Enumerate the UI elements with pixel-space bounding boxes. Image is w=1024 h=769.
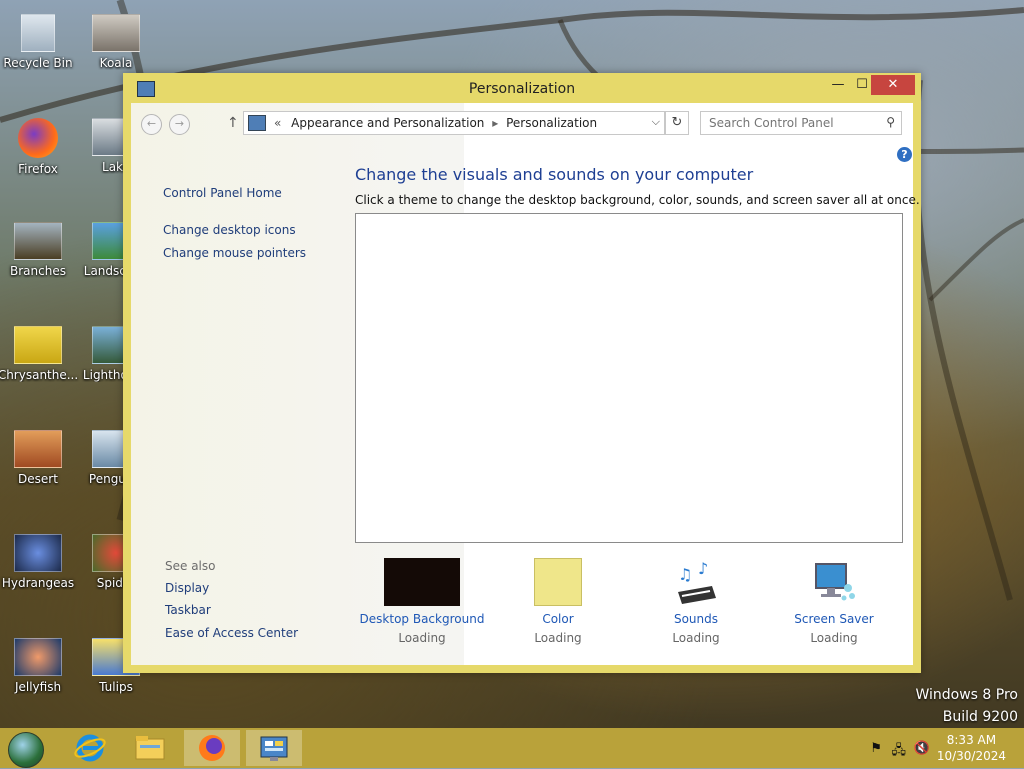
setting-sounds[interactable]: ♫ ♪ Sounds Loading [626, 558, 766, 645]
desktop-icon-jellyfish[interactable]: Jellyfish [0, 638, 80, 694]
desktop-icon-chrysanthemum[interactable]: Chrysanthe... [0, 326, 80, 382]
desktop-icon-recycle-bin[interactable]: Recycle Bin [0, 14, 80, 70]
breadcrumb: « Appearance and Personalization ▸ Perso… [274, 116, 597, 130]
back-button[interactable]: ← [141, 114, 162, 135]
breadcrumb-separator[interactable]: ▸ [492, 116, 498, 130]
flag-icon[interactable]: ⚑ [870, 741, 882, 756]
network-icon[interactable]: 🖧 [892, 741, 907, 763]
help-icon[interactable]: ? [897, 147, 912, 162]
forward-button[interactable]: → [169, 114, 190, 135]
refresh-button[interactable]: ↻ [665, 111, 689, 135]
navigation-bar: ← → ↑ « Appearance and Personalization ▸… [131, 103, 913, 143]
see-also-heading: See also [165, 559, 216, 573]
svg-text:♪: ♪ [698, 559, 708, 578]
breadcrumb-overflow[interactable]: « [274, 116, 281, 130]
control-panel-icon [248, 115, 266, 131]
color-icon [534, 558, 582, 606]
sounds-icon: ♫ ♪ [672, 558, 720, 606]
taskbar-control-panel[interactable] [246, 730, 302, 766]
sounds-link[interactable]: Sounds [626, 612, 766, 626]
close-button[interactable]: ✕ [871, 75, 915, 95]
window-client-area: ← → ↑ « Appearance and Personalization ▸… [131, 103, 920, 665]
chevron-down-icon[interactable]: ⌵ [652, 115, 660, 129]
window-title: Personalization [468, 81, 576, 97]
svg-text:♫: ♫ [678, 565, 692, 584]
desktop-background-status: Loading [398, 631, 446, 645]
firefox-icon [199, 735, 225, 761]
start-button[interactable] [8, 732, 44, 768]
branches-thumbnail-icon [14, 222, 62, 260]
search-input[interactable] [707, 112, 876, 134]
ie-icon [74, 734, 106, 762]
folder-icon [135, 736, 165, 760]
page-title: Change the visuals and sounds on your co… [355, 165, 754, 184]
desktop-background-icon [384, 558, 460, 606]
search-icon[interactable]: ⚲ [886, 115, 895, 129]
windows-watermark: Windows 8 Pro Build 9200 [915, 687, 1018, 725]
hydrangeas-thumbnail-icon [14, 534, 62, 572]
search-box[interactable]: ⚲ [700, 111, 902, 135]
setting-desktop-background[interactable]: Desktop Background Loading [352, 558, 492, 645]
chrysanthemum-thumbnail-icon [14, 326, 62, 364]
clock-time: 8:33 AM [946, 733, 997, 747]
jellyfish-thumbnail-icon [14, 638, 62, 676]
desktop-icon-hydrangeas[interactable]: Hydrangeas [0, 534, 80, 590]
see-also-ease-of-access[interactable]: Ease of Access Center [165, 626, 298, 640]
up-button[interactable]: ↑ [227, 115, 239, 131]
taskbar-firefox[interactable] [184, 730, 240, 766]
breadcrumb-appearance[interactable]: Appearance and Personalization [291, 116, 484, 130]
task-change-mouse-pointers[interactable]: Change mouse pointers [163, 246, 306, 260]
page-subtitle: Click a theme to change the desktop back… [355, 193, 920, 207]
clock-date: 10/30/2024 [936, 749, 1006, 763]
koala-thumbnail-icon [92, 14, 140, 52]
color-status: Loading [534, 631, 582, 645]
recycle-bin-icon [21, 14, 55, 52]
address-bar[interactable]: « Appearance and Personalization ▸ Perso… [243, 111, 665, 135]
setting-screen-saver[interactable]: Screen Saver Loading [764, 558, 904, 645]
taskbar-clock[interactable]: 8:33 AM 10/30/2024 [937, 732, 1006, 764]
taskbar-file-explorer[interactable] [122, 730, 178, 766]
screen-saver-link[interactable]: Screen Saver [764, 612, 904, 626]
task-control-panel-home[interactable]: Control Panel Home [163, 186, 282, 200]
desktop-icon-branches[interactable]: Branches [0, 222, 80, 278]
task-change-desktop-icons[interactable]: Change desktop icons [163, 223, 296, 237]
breadcrumb-personalization[interactable]: Personalization [506, 116, 597, 130]
see-also-display[interactable]: Display [165, 581, 209, 595]
color-link[interactable]: Color [488, 612, 628, 626]
firefox-icon [18, 118, 58, 158]
personalization-window: Personalization — ☐ ✕ ← → ↑ « Appearance… [123, 73, 921, 673]
setting-color[interactable]: Color Loading [488, 558, 628, 645]
desert-thumbnail-icon [14, 430, 62, 468]
sounds-status: Loading [672, 631, 720, 645]
screen-saver-status: Loading [810, 631, 858, 645]
desktop-icon-desert[interactable]: Desert [0, 430, 80, 486]
volume-muted-icon[interactable]: 🔇 [914, 741, 930, 756]
see-also-taskbar[interactable]: Taskbar [165, 603, 211, 617]
taskbar-internet-explorer[interactable] [62, 730, 118, 766]
desktop-icon-firefox[interactable]: Firefox [0, 118, 80, 176]
minimize-button[interactable]: — [826, 75, 850, 95]
title-bar[interactable]: Personalization — ☐ ✕ [123, 73, 921, 103]
desktop-icon-koala[interactable]: Koala [74, 14, 158, 70]
desktop-background-link[interactable]: Desktop Background [352, 612, 492, 626]
control-panel-icon [260, 736, 288, 761]
theme-list[interactable] [355, 213, 903, 543]
screen-saver-icon [810, 558, 858, 606]
